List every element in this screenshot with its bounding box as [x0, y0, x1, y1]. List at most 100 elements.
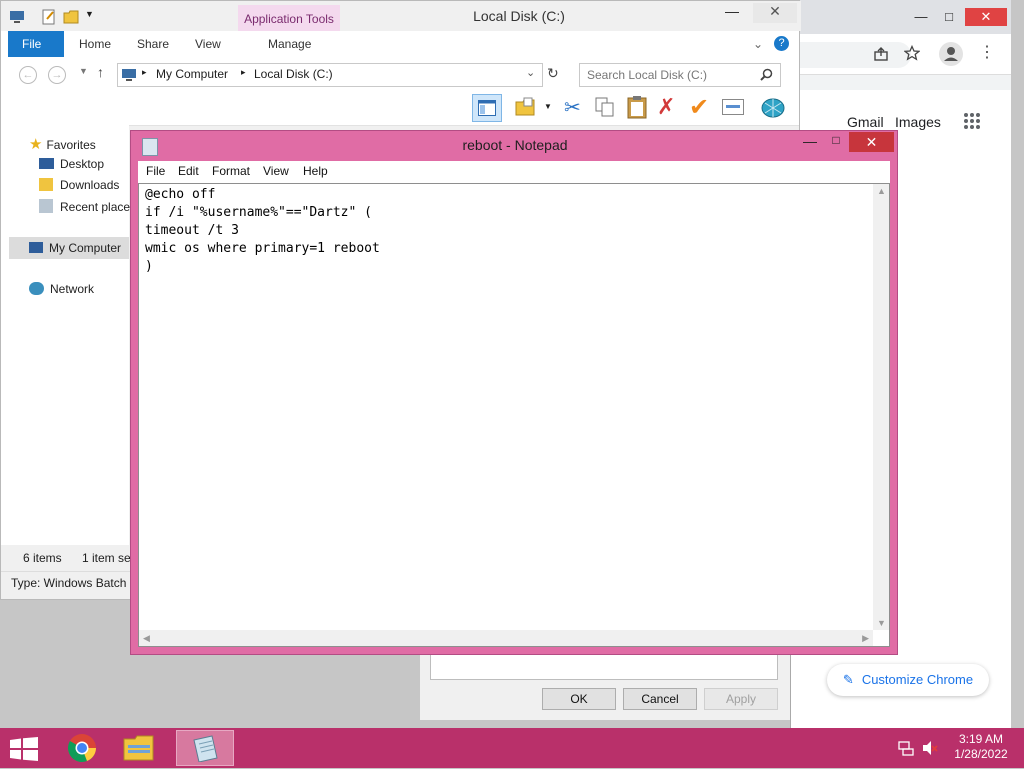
recent-places-icon: [39, 199, 53, 213]
star-icon: ★: [29, 136, 43, 153]
preview-pane-button[interactable]: [472, 94, 502, 122]
preview-pane-icon: [478, 100, 496, 116]
ok-button[interactable]: OK: [542, 688, 616, 710]
nav-favorites-label: Favorites: [46, 138, 96, 152]
explorer-title: Local Disk (C:): [473, 8, 565, 24]
copy-icon[interactable]: [595, 97, 615, 117]
refresh-icon[interactable]: ↻: [547, 65, 559, 82]
shell-icon[interactable]: [760, 95, 786, 119]
delete-icon[interactable]: ✗: [657, 94, 675, 120]
search-icon[interactable]: [760, 68, 773, 81]
chrome-toolbar: ⋮: [791, 34, 1011, 75]
file-type-label: Type: Windows Batch F: [11, 576, 138, 590]
notepad-window: reboot - Notepad — □ ✕ File Edit Format …: [130, 130, 898, 655]
network-tray-icon[interactable]: [898, 740, 914, 756]
horizontal-scrollbar[interactable]: ◀ ▶: [139, 630, 873, 646]
share-icon[interactable]: [873, 46, 889, 62]
apps-grid-icon[interactable]: [963, 112, 981, 130]
omnibox[interactable]: [791, 42, 911, 68]
nav-network[interactable]: Network: [29, 282, 94, 296]
vertical-scrollbar[interactable]: ▲ ▼: [873, 184, 889, 630]
recent-locations-icon[interactable]: ▼: [79, 66, 88, 76]
bookmark-star-icon[interactable]: [904, 45, 920, 61]
selection-count: 1 item sel: [82, 551, 134, 565]
desktop-icon: [39, 158, 54, 169]
computer-icon: [122, 69, 136, 81]
menu-file[interactable]: File: [146, 164, 165, 178]
cancel-button[interactable]: Cancel: [623, 688, 697, 710]
downloads-folder-icon: [39, 178, 53, 191]
breadcrumb-separator-icon: ▸: [142, 67, 147, 77]
apply-button[interactable]: Apply: [704, 688, 778, 710]
address-field[interactable]: ▸ My Computer ▸ Local Disk (C:) ⌄: [117, 63, 543, 87]
computer-icon: [29, 242, 43, 253]
taskbar-chrome[interactable]: [55, 730, 109, 766]
nav-desktop-label: Desktop: [60, 157, 105, 171]
rename-icon[interactable]: [722, 99, 744, 115]
back-button[interactable]: ←: [19, 66, 37, 84]
address-dropdown-icon[interactable]: ⌄: [526, 66, 535, 79]
file-explorer-icon: [123, 735, 154, 761]
nav-downloads[interactable]: Downloads: [39, 178, 119, 192]
scroll-up-icon[interactable]: ▲: [877, 186, 886, 196]
images-link[interactable]: Images: [895, 114, 941, 130]
scroll-down-icon[interactable]: ▼: [877, 618, 886, 628]
help-icon[interactable]: ?: [774, 36, 789, 51]
customize-chrome-button[interactable]: ✎ Customize Chrome: [827, 664, 989, 696]
explorer-toolbar: ▼ ✂ ✗ ✔: [1, 91, 799, 126]
tab-file[interactable]: File: [8, 31, 64, 57]
notepad-content[interactable]: @echo off if /i "%username%"=="Dartz" ( …: [145, 186, 380, 276]
nav-recent-label: Recent places: [60, 200, 137, 214]
menu-view[interactable]: View: [263, 164, 289, 178]
breadcrumb-my-computer[interactable]: My Computer: [156, 67, 228, 81]
search-input[interactable]: Search Local Disk (C:): [579, 63, 781, 87]
windows-start-icon[interactable]: [10, 737, 38, 761]
forward-button[interactable]: →: [48, 66, 66, 84]
chrome-icon: [68, 734, 96, 762]
chrome-menu-icon[interactable]: ⋮: [979, 42, 995, 62]
notepad-icon: [193, 735, 218, 763]
taskbar-explorer[interactable]: [112, 730, 166, 766]
cut-icon[interactable]: ✂: [564, 95, 581, 120]
volume-muted-icon[interactable]: [922, 740, 938, 756]
tab-manage[interactable]: Manage: [254, 31, 325, 57]
search-placeholder: Search Local Disk (C:): [587, 68, 708, 82]
notepad-menubar: File Edit Format View Help: [138, 161, 890, 184]
profile-avatar[interactable]: [939, 42, 963, 66]
notepad-title: reboot - Notepad: [462, 137, 568, 153]
scroll-left-icon[interactable]: ◀: [143, 633, 150, 644]
ribbon-tabs: File Home Share View Manage ⌄ ?: [1, 31, 799, 58]
explorer-minimize-button[interactable]: —: [725, 3, 739, 19]
checkmark-icon[interactable]: ✔: [689, 93, 709, 122]
tab-share[interactable]: Share: [123, 31, 183, 57]
up-button[interactable]: ↑: [97, 64, 104, 80]
paste-icon[interactable]: [626, 95, 648, 119]
clock-date: 1/28/2022: [954, 747, 1008, 761]
breadcrumb-local-disk[interactable]: Local Disk (C:): [254, 67, 333, 81]
notepad-text-area[interactable]: @echo off if /i "%username%"=="Dartz" ( …: [138, 183, 890, 647]
folder-options-icon[interactable]: [515, 97, 537, 117]
scroll-right-icon[interactable]: ▶: [862, 633, 869, 644]
nav-my-computer[interactable]: My Computer: [9, 237, 129, 259]
options-dropdown-icon[interactable]: ▼: [544, 102, 552, 111]
notepad-minimize-button[interactable]: —: [797, 133, 823, 153]
nav-network-label: Network: [50, 282, 95, 296]
pencil-icon: ✎: [842, 672, 854, 687]
explorer-close-button[interactable]: ✕: [753, 3, 797, 23]
menu-help[interactable]: Help: [303, 164, 328, 178]
navigation-pane: ★ Favorites Desktop Downloads Recent plac…: [1, 125, 136, 545]
menu-format[interactable]: Format: [212, 164, 250, 178]
taskbar-clock[interactable]: 3:19 AM 1/28/2022: [946, 732, 1016, 762]
tab-home[interactable]: Home: [65, 31, 125, 57]
explorer-titlebar: ▼ Application Tools Local Disk (C:) — ✕: [1, 1, 801, 33]
menu-edit[interactable]: Edit: [178, 164, 199, 178]
notepad-maximize-button[interactable]: □: [823, 133, 849, 153]
gmail-link[interactable]: Gmail: [847, 114, 884, 130]
nav-recent-places[interactable]: Recent places: [39, 199, 136, 214]
tab-view[interactable]: View: [181, 31, 235, 57]
taskbar-notepad[interactable]: [176, 730, 234, 766]
ribbon-expand-icon[interactable]: ⌄: [753, 37, 763, 51]
nav-desktop[interactable]: Desktop: [39, 157, 104, 171]
nav-favorites[interactable]: ★ Favorites: [29, 135, 96, 153]
notepad-close-button[interactable]: ✕: [849, 132, 894, 152]
